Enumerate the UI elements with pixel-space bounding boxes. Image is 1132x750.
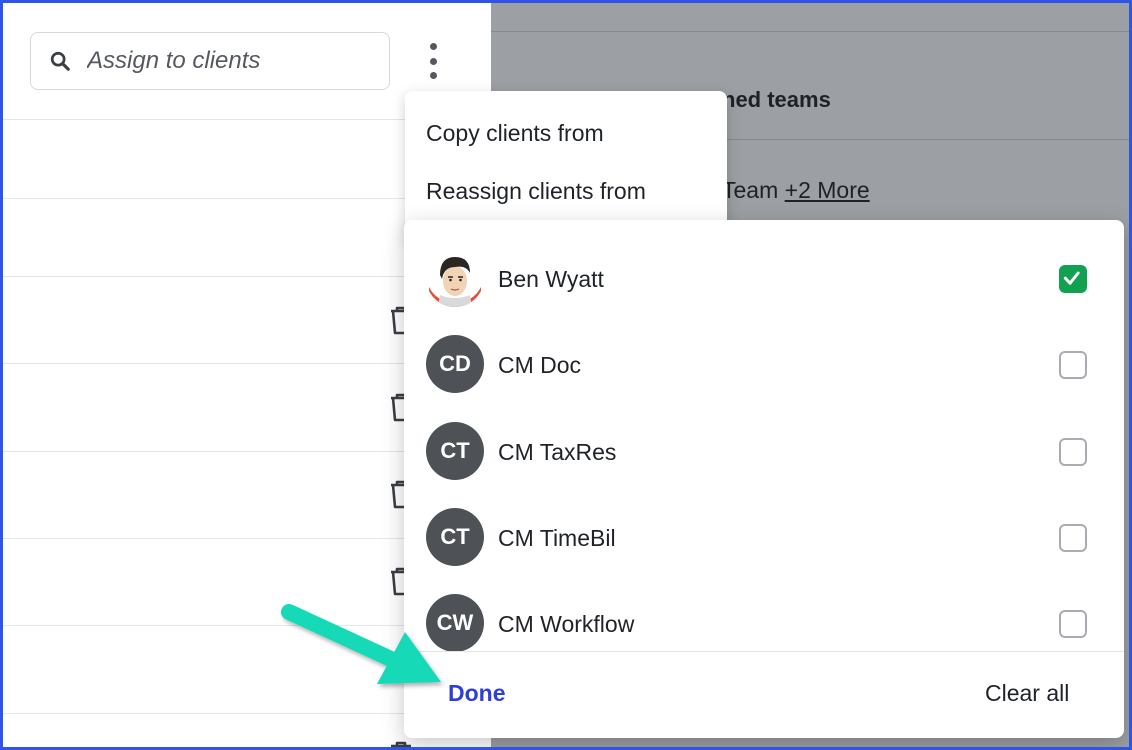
option-label: CM Doc — [498, 352, 582, 378]
team-label: Team — [722, 177, 779, 203]
checkbox[interactable] — [1059, 438, 1087, 466]
option-cm-taxres[interactable]: CT CM TaxRes — [404, 409, 1124, 495]
divider — [491, 31, 1129, 32]
search-input[interactable] — [87, 47, 357, 75]
context-menu: Copy clients from Reassign clients from — [405, 91, 727, 241]
more-link[interactable]: +2 More — [785, 177, 870, 203]
option-label: CM TaxRes — [498, 439, 617, 465]
app-window: ned teams Team +2 More Copy clients from… — [0, 0, 1132, 750]
search-icon — [50, 51, 70, 71]
kebab-menu-icon[interactable] — [423, 43, 443, 79]
done-button[interactable]: Done — [448, 680, 506, 707]
menu-item-copy-clients[interactable]: Copy clients from — [426, 120, 604, 147]
option-cm-timebil[interactable]: CT CM TimeBil — [404, 495, 1124, 581]
option-cm-doc[interactable]: CD CM Doc — [404, 322, 1124, 408]
user-avatar-photo — [426, 249, 484, 307]
option-ben-wyatt[interactable]: Ben Wyatt — [404, 236, 1124, 322]
initials-avatar: CT — [426, 508, 484, 566]
search-box[interactable] — [30, 32, 390, 90]
option-label: CM Workflow — [498, 611, 635, 637]
option-label: Ben Wyatt — [498, 266, 604, 292]
trash-icon[interactable] — [389, 740, 413, 750]
checkbox[interactable] — [1059, 610, 1087, 638]
option-label: CM TimeBil — [498, 525, 616, 551]
client-select-dropdown: Ben Wyatt CD CM Doc CT CM TaxRes CT CM T… — [404, 220, 1124, 738]
menu-item-reassign-clients[interactable]: Reassign clients from — [426, 178, 646, 205]
checkmark-icon — [1063, 271, 1080, 285]
checkbox-checked[interactable] — [1059, 265, 1087, 293]
clear-all-button[interactable]: Clear all — [985, 680, 1069, 707]
initials-avatar: CW — [426, 594, 484, 652]
initials-avatar: CD — [426, 335, 484, 393]
initials-avatar: CT — [426, 422, 484, 480]
checkbox[interactable] — [1059, 524, 1087, 552]
assigned-teams-heading: ned teams — [722, 87, 831, 112]
footer-divider — [404, 651, 1124, 652]
option-cm-workflow[interactable]: CW CM Workflow — [404, 581, 1124, 667]
team-text: Team +2 More — [722, 177, 870, 204]
checkbox[interactable] — [1059, 351, 1087, 379]
